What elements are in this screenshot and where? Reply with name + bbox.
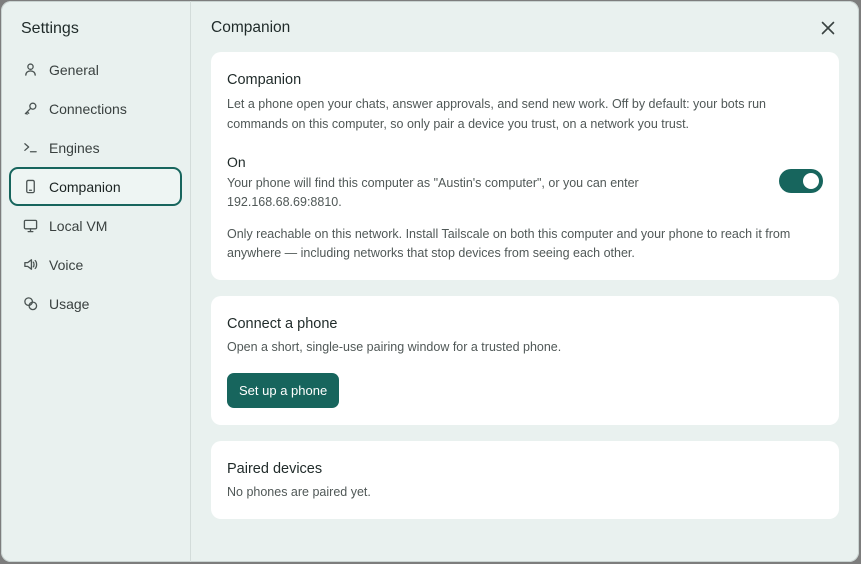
connect-phone-card: Connect a phone Open a short, single-use… (211, 296, 839, 425)
sidebar-item-label: Engines (49, 139, 100, 156)
sidebar-item-voice[interactable]: Voice (9, 245, 182, 284)
person-icon (22, 62, 38, 78)
connect-description: Open a short, single-use pairing window … (227, 340, 562, 354)
sidebar-title: Settings (21, 20, 79, 37)
close-icon (821, 21, 835, 35)
set-up-phone-button[interactable]: Set up a phone (227, 373, 340, 408)
toggle-detail: Your phone will find this computer as "A… (227, 176, 639, 209)
main-panel: Companion Companion Let a phone open you… (191, 1, 859, 562)
coins-icon (22, 296, 38, 312)
toggle-label: On (227, 154, 246, 170)
speaker-icon (22, 257, 38, 273)
sidebar-item-usage[interactable]: Usage (9, 284, 182, 323)
companion-card: Companion Let a phone open your chats, a… (211, 52, 839, 280)
paired-empty-text: No phones are paired yet. (227, 485, 371, 499)
sidebar-item-companion[interactable]: Companion (9, 167, 182, 206)
close-button[interactable] (819, 19, 837, 37)
sidebar-item-label: Usage (49, 295, 90, 312)
paired-heading: Paired devices (227, 461, 323, 477)
page-title: Companion (211, 19, 291, 36)
monitor-icon (22, 218, 38, 234)
sidebar-item-label: Connections (49, 100, 127, 117)
sidebar-item-local-vm[interactable]: Local VM (9, 206, 182, 245)
sidebar-item-label: Voice (49, 256, 84, 273)
sidebar-nav: General Connections Engines Companion Lo… (9, 50, 182, 323)
settings-window: Settings General Connections Engines Com… (1, 1, 859, 562)
key-icon (22, 101, 38, 117)
sidebar-item-general[interactable]: General (9, 50, 182, 89)
network-note: Only reachable on this network. Install … (227, 227, 791, 260)
phone-icon (22, 179, 38, 195)
sidebar: Settings General Connections Engines Com… (1, 1, 191, 562)
sidebar-item-label: General (49, 61, 99, 78)
connect-heading: Connect a phone (227, 316, 338, 332)
paired-devices-card: Paired devices No phones are paired yet. (211, 441, 839, 519)
sidebar-item-label: Companion (49, 178, 121, 195)
sidebar-item-label: Local VM (49, 217, 108, 234)
companion-heading: Companion (227, 72, 302, 88)
companion-description: Let a phone open your chats, answer appr… (227, 97, 766, 131)
sidebar-item-engines[interactable]: Engines (9, 128, 182, 167)
toggle-knob (803, 173, 819, 189)
companion-toggle[interactable] (779, 169, 823, 193)
sidebar-item-connections[interactable]: Connections (9, 89, 182, 128)
terminal-icon (22, 140, 38, 156)
